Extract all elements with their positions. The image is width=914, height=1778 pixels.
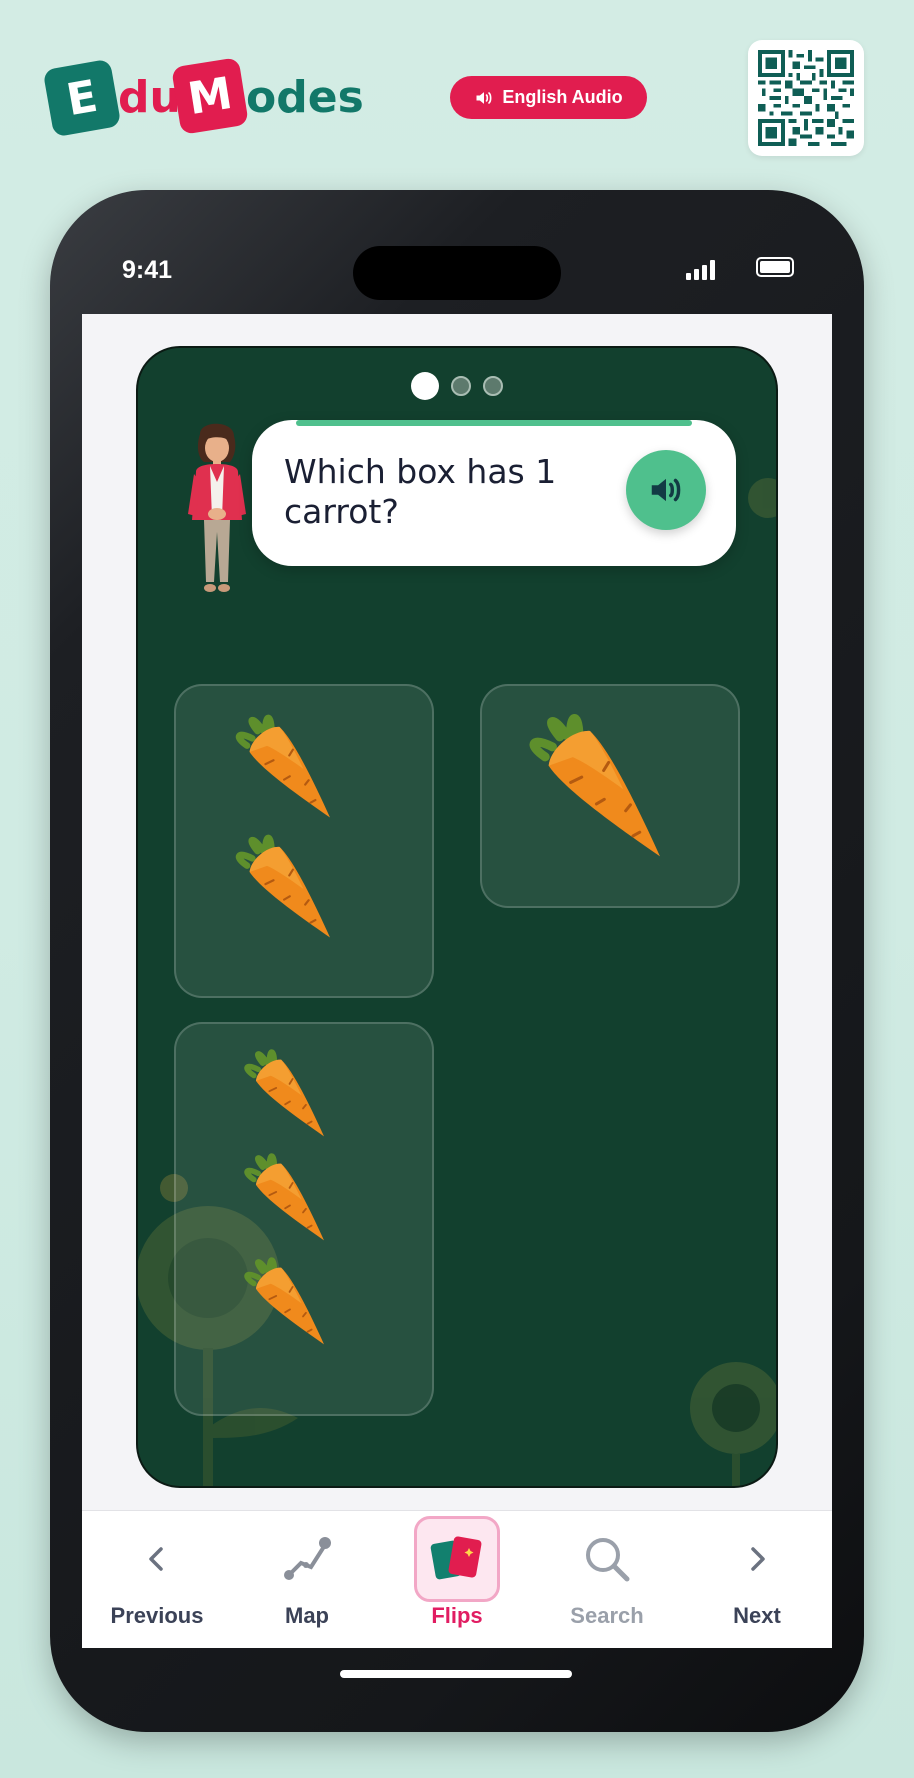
app-screen: Which box has 1 carrot? Previous Map Fli…: [82, 314, 832, 1648]
logo-tile-m: M: [171, 57, 249, 135]
flips-icon-frame: [414, 1516, 500, 1602]
chevron-left-icon: [149, 1547, 163, 1571]
carrot-icon: [235, 834, 330, 938]
logo-tile-e: E: [42, 58, 122, 138]
nav-next-label: Next: [733, 1603, 781, 1628]
nav-search[interactable]: Search: [532, 1511, 682, 1648]
speaker-icon: [476, 91, 492, 104]
dynamic-island: [353, 246, 561, 300]
bottom-nav: Previous Map Flips Search Next: [82, 1510, 832, 1648]
logo-text-du: du: [118, 72, 181, 123]
question-card: Which box has 1 carrot?: [136, 346, 778, 1488]
nav-map[interactable]: Map: [232, 1511, 382, 1648]
page-dot[interactable]: [483, 376, 503, 396]
speaker-icon: [651, 478, 681, 502]
qr-code-icon: [758, 50, 854, 146]
route-icon: [284, 1537, 331, 1580]
chevron-right-icon: [751, 1547, 765, 1571]
play-question-audio-button[interactable]: [626, 450, 706, 530]
answer-box-three-carrots[interactable]: [174, 1022, 434, 1416]
nav-map-label: Map: [285, 1603, 329, 1628]
carrot-icon: [244, 1257, 324, 1345]
status-time: 9:41: [122, 256, 173, 284]
nav-next[interactable]: Next: [682, 1511, 832, 1648]
progress-bar: [296, 420, 692, 426]
teacher-character: [188, 423, 246, 592]
carrot-icon: [244, 1153, 324, 1241]
question-bubble: Which box has 1 carrot?: [252, 420, 736, 566]
page-dots: [138, 372, 776, 400]
english-audio-button[interactable]: English Audio: [450, 76, 647, 119]
english-audio-label: English Audio: [502, 87, 623, 107]
sunflower-icon: [690, 1362, 776, 1486]
question-text: Which box has 1 carrot?: [284, 452, 557, 531]
page-dot[interactable]: [451, 376, 471, 396]
nav-search-label: Search: [570, 1603, 644, 1628]
home-indicator: [340, 1670, 572, 1678]
answer-box-two-carrots[interactable]: [174, 684, 434, 998]
cards-icon: [430, 1536, 482, 1580]
nav-previous-label: Previous: [110, 1603, 204, 1628]
carrot-icon: [529, 713, 660, 857]
search-icon: [586, 1538, 630, 1582]
logo-text-odes: odes: [246, 72, 364, 123]
sunflower-icon: [748, 478, 776, 518]
qr-code-card[interactable]: [748, 40, 864, 156]
carrot-icon: [244, 1049, 324, 1137]
battery-icon: [756, 257, 794, 277]
edumodes-logo: E du M odes: [42, 57, 366, 138]
nav-flips-label: Flips: [431, 1603, 483, 1628]
page-dot-active[interactable]: [411, 372, 439, 400]
phone-frame: 9:41 Which box has 1 carrot? Previous Ma…: [50, 190, 864, 1732]
answer-box-one-carrot[interactable]: [480, 684, 740, 908]
carrot-icon: [235, 714, 330, 818]
nav-previous[interactable]: Previous: [82, 1511, 232, 1648]
nav-flips[interactable]: Flips: [382, 1511, 532, 1648]
signal-icon: [686, 260, 715, 280]
